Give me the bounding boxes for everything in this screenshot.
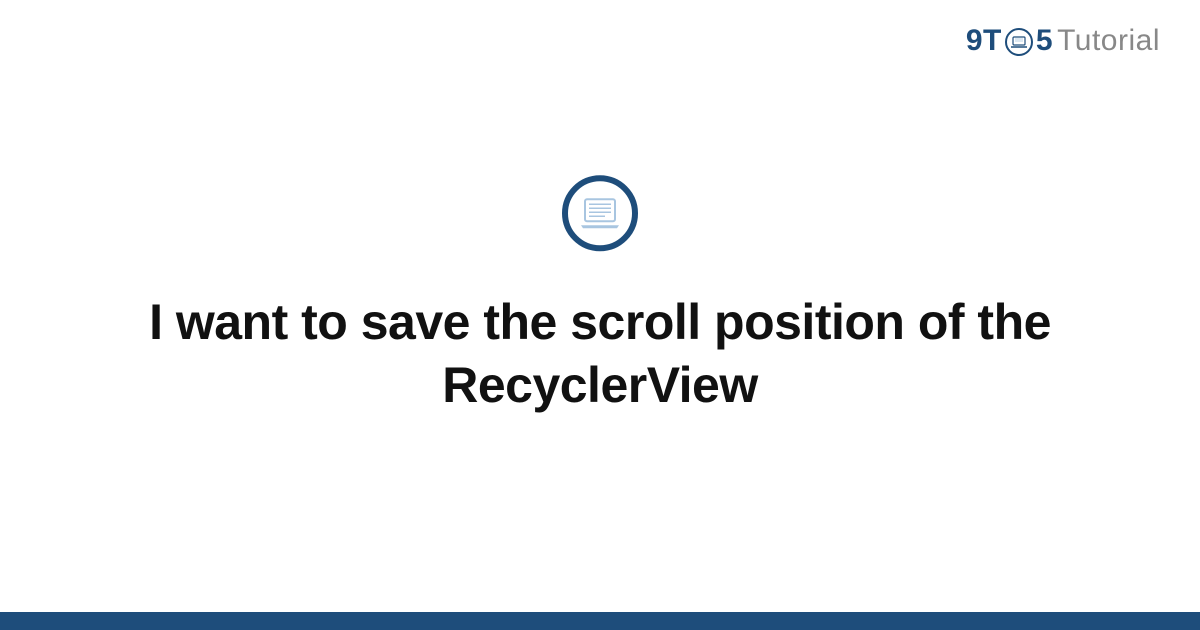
footer-accent-bar bbox=[0, 612, 1200, 630]
laptop-icon bbox=[1011, 36, 1027, 48]
logo-text-9t: 9T bbox=[966, 24, 1002, 58]
site-logo: 9T 5 Tutorial bbox=[966, 24, 1160, 58]
center-laptop-badge bbox=[562, 175, 638, 251]
page-title: I want to save the scroll position of th… bbox=[75, 291, 1125, 416]
logo-circle-icon bbox=[1005, 28, 1033, 56]
laptop-icon bbox=[579, 195, 621, 231]
logo-text-tutorial: Tutorial bbox=[1057, 24, 1160, 58]
main-content: I want to save the scroll position of th… bbox=[0, 175, 1200, 416]
logo-text-5: 5 bbox=[1036, 24, 1053, 58]
